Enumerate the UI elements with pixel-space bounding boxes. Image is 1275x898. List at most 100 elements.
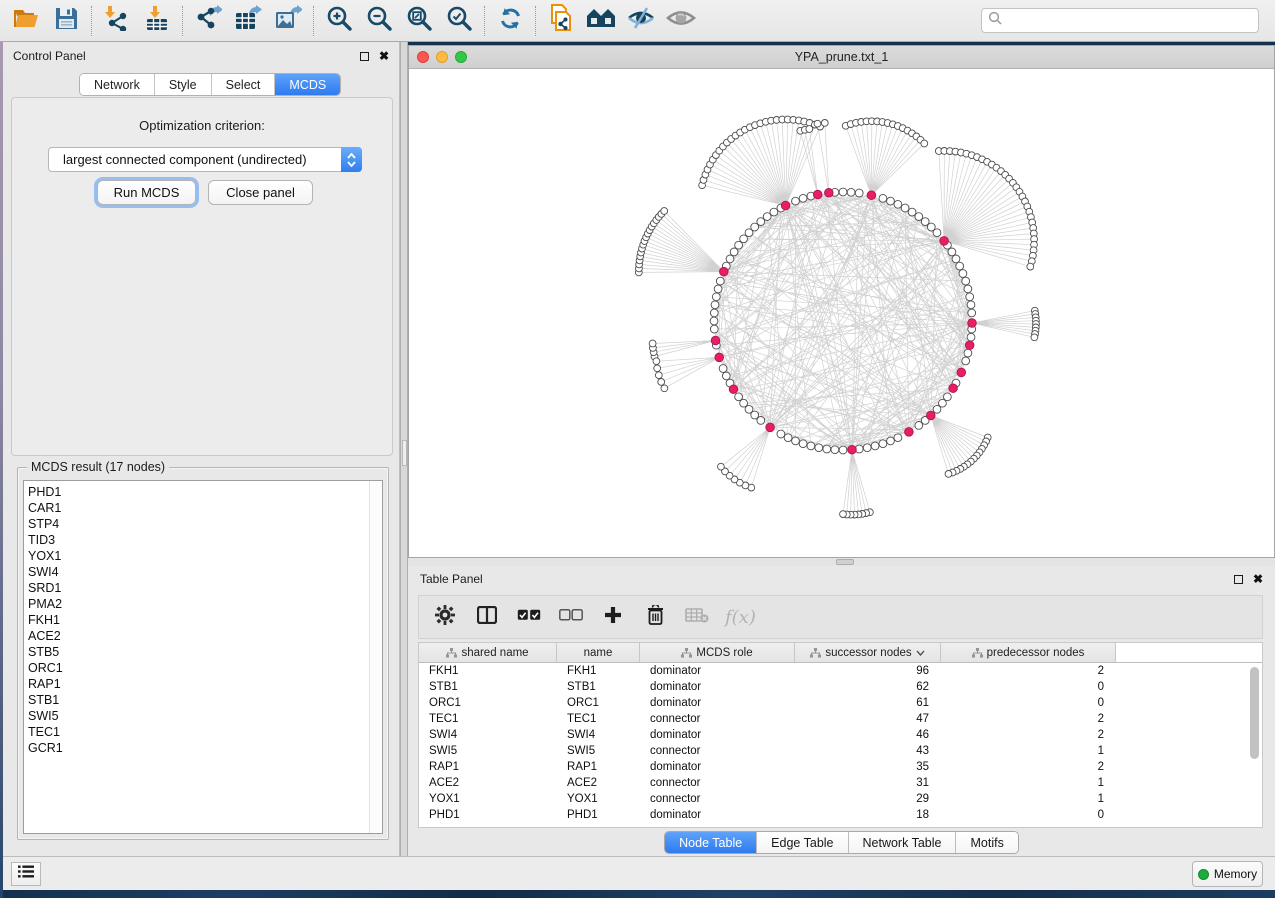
network-node[interactable] — [948, 248, 956, 256]
table-cell[interactable]: 0 — [941, 807, 1116, 823]
table-cell[interactable]: 2 — [941, 727, 1116, 743]
mcds-result-item[interactable]: CAR1 — [28, 500, 382, 516]
network-node[interactable] — [871, 442, 879, 450]
table-cell[interactable]: connector — [640, 775, 795, 791]
search-input[interactable] — [1002, 14, 1252, 28]
network-node[interactable] — [839, 446, 847, 454]
close-panel-icon[interactable]: ✖ — [1253, 573, 1263, 585]
network-node[interactable] — [956, 262, 964, 270]
network-node[interactable] — [823, 445, 831, 453]
mcds-result-item[interactable]: STB1 — [28, 692, 382, 708]
table-cell[interactable]: ACE2 — [557, 775, 640, 791]
select-all-button[interactable] — [515, 602, 543, 632]
table-row[interactable]: STB1STB1dominator620 — [419, 679, 1262, 695]
zoom-in-button[interactable] — [319, 3, 359, 39]
network-node[interactable] — [777, 430, 785, 438]
mcds-hub-node[interactable] — [720, 267, 729, 276]
table-row[interactable]: YOX1YOX1connector291 — [419, 791, 1262, 807]
column-header-MCDS-role[interactable]: MCDS role — [640, 643, 795, 662]
network-node[interactable] — [821, 120, 828, 127]
tab-select[interactable]: Select — [212, 74, 276, 95]
horizontal-splitter-handle[interactable] — [836, 559, 854, 565]
mcds-result-item[interactable]: SRD1 — [28, 580, 382, 596]
table-cell[interactable]: 1 — [941, 775, 1116, 791]
network-node[interactable] — [655, 372, 662, 379]
mcds-hub-node[interactable] — [905, 428, 914, 437]
network-node[interactable] — [661, 208, 668, 215]
zoom-selected-button[interactable] — [439, 3, 479, 39]
table-cell[interactable]: dominator — [640, 663, 795, 679]
network-node[interactable] — [847, 188, 855, 196]
table-cell[interactable]: 31 — [795, 775, 941, 791]
table-cell[interactable]: FKH1 — [557, 663, 640, 679]
table-cell[interactable]: 1 — [941, 743, 1116, 759]
network-node[interactable] — [966, 293, 974, 301]
mcds-hub-node[interactable] — [957, 368, 966, 377]
network-node[interactable] — [894, 200, 902, 208]
table-cell[interactable]: dominator — [640, 679, 795, 695]
tab-network[interactable]: Network — [80, 74, 155, 95]
vertical-splitter[interactable] — [400, 42, 408, 856]
table-cell[interactable]: 1 — [941, 791, 1116, 807]
mcds-hub-node[interactable] — [949, 384, 958, 393]
table-cell[interactable]: 61 — [795, 695, 941, 711]
table-cell[interactable]: connector — [640, 743, 795, 759]
network-node[interactable] — [710, 309, 718, 317]
table-cell[interactable]: 2 — [941, 663, 1116, 679]
table-cell[interactable]: TEC1 — [419, 711, 557, 727]
float-panel-icon[interactable] — [1234, 575, 1243, 584]
mcds-result-item[interactable]: SWI5 — [28, 708, 382, 724]
mcds-result-item[interactable]: YOX1 — [28, 548, 382, 564]
show-all-button[interactable] — [661, 3, 701, 39]
close-panel-button[interactable]: Close panel — [208, 180, 313, 205]
network-node[interactable] — [863, 444, 871, 452]
network-node[interactable] — [933, 229, 941, 237]
mcds-result-item[interactable]: TEC1 — [28, 724, 382, 740]
mcds-hub-node[interactable] — [729, 385, 738, 394]
mcds-result-item[interactable]: PMA2 — [28, 596, 382, 612]
table-cell[interactable]: STB1 — [419, 679, 557, 695]
table-cell[interactable]: RAP1 — [419, 759, 557, 775]
network-node[interactable] — [894, 434, 902, 442]
hide-selected-button[interactable] — [621, 3, 661, 39]
run-mcds-button[interactable]: Run MCDS — [97, 180, 196, 205]
network-node[interactable] — [806, 126, 813, 133]
export-image-button[interactable] — [268, 3, 308, 39]
column-header-shared-name[interactable]: shared name — [419, 643, 557, 662]
mcds-hub-node[interactable] — [940, 237, 949, 246]
network-window-titlebar[interactable]: YPA_prune.txt_1 — [409, 46, 1274, 69]
delete-column-button[interactable] — [641, 602, 669, 632]
table-row[interactable]: FKH1FKH1dominator962 — [419, 663, 1262, 679]
network-node[interactable] — [959, 270, 967, 278]
table-cell[interactable]: ACE2 — [419, 775, 557, 791]
mcds-hub-node[interactable] — [813, 190, 822, 199]
network-canvas[interactable] — [409, 69, 1274, 557]
table-row[interactable]: RAP1RAP1dominator352 — [419, 759, 1262, 775]
criterion-dropdown[interactable]: largest connected component (undirected) — [48, 147, 362, 172]
table-row[interactable]: SWI4SWI4dominator462 — [419, 727, 1262, 743]
network-node[interactable] — [879, 440, 887, 448]
delete-table-button-disabled[interactable] — [683, 602, 711, 632]
network-node[interactable] — [879, 194, 887, 202]
mcds-result-item[interactable]: ACE2 — [28, 628, 382, 644]
table-cell[interactable]: PHD1 — [557, 807, 640, 823]
network-node[interactable] — [952, 255, 960, 263]
save-session-button[interactable] — [46, 3, 86, 39]
network-node[interactable] — [770, 208, 778, 216]
network-node[interactable] — [814, 120, 821, 127]
mcds-hub-node[interactable] — [825, 189, 834, 198]
network-node[interactable] — [887, 437, 895, 445]
mcds-result-item[interactable]: PHD1 — [28, 484, 382, 500]
network-node[interactable] — [839, 188, 847, 196]
column-header-name[interactable]: name — [557, 643, 640, 662]
network-node[interactable] — [967, 333, 975, 341]
table-scrollbar[interactable] — [1249, 665, 1261, 825]
status-menu-button[interactable] — [11, 862, 41, 886]
tab-mcds[interactable]: MCDS — [275, 74, 340, 95]
mcds-hub-node[interactable] — [711, 336, 720, 345]
tab-network-table[interactable]: Network Table — [849, 832, 957, 853]
mcds-hub-node[interactable] — [968, 319, 977, 328]
table-cell[interactable]: TEC1 — [557, 711, 640, 727]
mcds-result-item[interactable]: SWI4 — [28, 564, 382, 580]
refresh-button[interactable] — [490, 3, 530, 39]
